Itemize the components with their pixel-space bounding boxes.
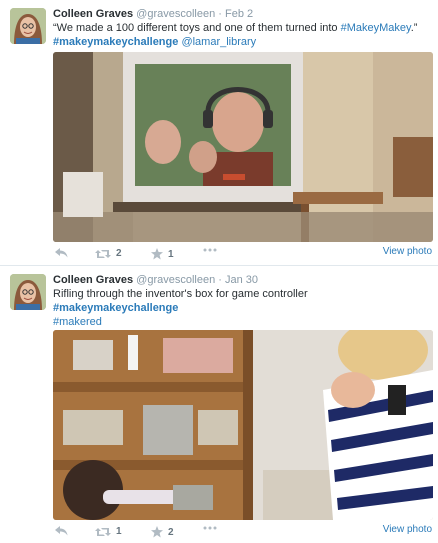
- hashtag-link[interactable]: #MakeyMakey: [341, 22, 411, 34]
- tweet-header: Colleen Graves @gravescolleen · Feb 2: [53, 7, 432, 21]
- hashtag-link[interactable]: #makeymakeychallenge: [53, 302, 178, 314]
- retweet-count: 2: [116, 248, 122, 259]
- hashtag-link[interactable]: #makered: [53, 316, 102, 328]
- reply-icon: [55, 526, 68, 536]
- separator: ·: [218, 274, 222, 286]
- tweet-header: Colleen Graves @gravescolleen · Jan 30: [53, 273, 432, 287]
- author-handle[interactable]: @gravescolleen: [136, 274, 215, 286]
- timestamp[interactable]: Jan 30: [225, 274, 258, 286]
- more-button[interactable]: [203, 248, 217, 252]
- mention-link[interactable]: @lamar_library: [181, 36, 256, 48]
- reply-button[interactable]: [55, 248, 68, 258]
- more-icon: [203, 526, 217, 530]
- tweet-text: “We made a 100 different toys and one of…: [53, 21, 432, 49]
- tweet-actions: 2 1 View photo: [53, 246, 432, 264]
- retweet-button[interactable]: 2: [95, 248, 122, 259]
- tweet-text-plain: “We made a 100 different toys and one of…: [53, 22, 341, 34]
- favorite-count: 1: [168, 248, 174, 260]
- retweet-icon: [95, 527, 111, 536]
- retweet-button[interactable]: 1: [95, 526, 122, 537]
- tweet-text-plain: Rifling through the inventor's box for g…: [53, 288, 308, 300]
- reply-button[interactable]: [55, 526, 68, 536]
- avatar[interactable]: [10, 274, 46, 310]
- tweet-photo[interactable]: [53, 330, 433, 520]
- tweet: Colleen Graves @gravescolleen · Jan 30 R…: [0, 266, 438, 543]
- favorite-count: 2: [168, 526, 174, 538]
- retweet-count: 1: [116, 526, 122, 537]
- tweet-actions: 1 2 View photo: [53, 524, 432, 542]
- more-button[interactable]: [203, 526, 217, 530]
- view-photo-link[interactable]: View photo: [383, 246, 432, 257]
- author-handle[interactable]: @gravescolleen: [136, 8, 215, 20]
- favorite-icon: [151, 248, 163, 260]
- tweet: Colleen Graves @gravescolleen · Feb 2 “W…: [0, 0, 438, 266]
- tweet-photo[interactable]: [53, 52, 433, 242]
- favorite-icon: [151, 526, 163, 538]
- author-name[interactable]: Colleen Graves: [53, 274, 133, 286]
- author-name[interactable]: Colleen Graves: [53, 8, 133, 20]
- tweet-text-plain: .”: [410, 22, 418, 34]
- more-icon: [203, 248, 217, 252]
- timestamp[interactable]: Feb 2: [225, 8, 253, 20]
- view-photo-link[interactable]: View photo: [383, 524, 432, 535]
- reply-icon: [55, 248, 68, 258]
- tweet-text: Rifling through the inventor's box for g…: [53, 287, 432, 329]
- retweet-icon: [95, 249, 111, 258]
- separator: ·: [218, 8, 222, 20]
- favorite-button[interactable]: 1: [151, 248, 174, 260]
- hashtag-link[interactable]: #makeymakeychallenge: [53, 36, 178, 48]
- avatar[interactable]: [10, 8, 46, 44]
- favorite-button[interactable]: 2: [151, 526, 174, 538]
